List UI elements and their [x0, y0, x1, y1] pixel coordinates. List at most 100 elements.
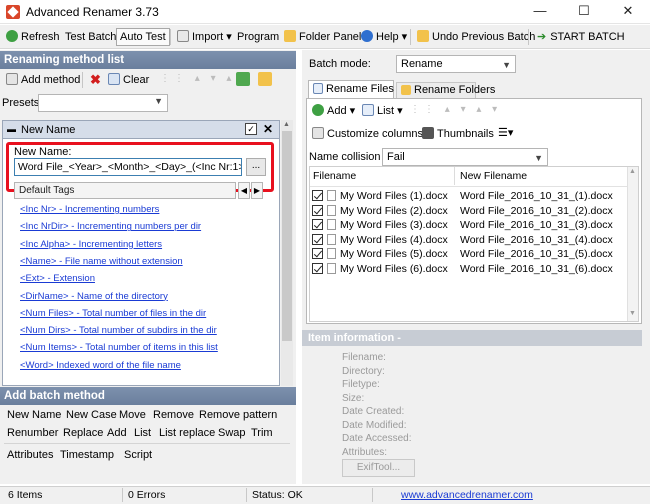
open-preset-icon[interactable] [258, 72, 272, 86]
undo-batch-button[interactable]: Undo Previous Batch [414, 28, 538, 46]
filename-cell: My Word Files (5).docx [340, 248, 448, 260]
batch-method-replace[interactable]: Replace [63, 427, 103, 439]
filename-cell: My Word Files (2).docx [340, 204, 448, 217]
batch-method-attributes[interactable]: Attributes [7, 449, 53, 461]
batch-method-new-name[interactable]: New Name [7, 409, 61, 421]
column-divider[interactable] [454, 167, 455, 185]
table-row[interactable]: My Word Files (5).docx Word File_2016_10_… [312, 247, 627, 261]
batch-method-renumber[interactable]: Renumber [7, 427, 58, 439]
table-row[interactable]: My Word Files (1).docx Word File_2016_10_… [312, 189, 627, 203]
tag-link[interactable]: <DirName> - Name of the directory [20, 291, 168, 302]
batch-method-list-replace[interactable]: List replace [159, 427, 215, 439]
table-row[interactable]: My Word Files (2).docx Word File_2016_10_… [312, 204, 627, 218]
tag-link[interactable]: <Num Items> - Total number of items in t… [20, 342, 218, 353]
row-checkbox[interactable] [312, 190, 323, 201]
header-divider [310, 186, 628, 187]
list-button[interactable]: List ▾ [362, 104, 403, 117]
batch-mode-select[interactable]: Rename ▼ [396, 55, 516, 73]
tag-link[interactable]: <Num Dirs> - Total number of subdirs in … [20, 325, 217, 336]
batch-method-remove-pattern[interactable]: Remove pattern [199, 409, 277, 421]
app-icon [6, 5, 20, 19]
status-bar: 6 Items 0 Errors Status: OK www.advanced… [0, 486, 650, 504]
customize-columns-button[interactable]: Customize columns [312, 127, 423, 140]
program-button[interactable]: Program [234, 28, 282, 46]
column-header-filename[interactable]: Filename [313, 170, 356, 182]
renaming-method-header: Renaming method list [0, 51, 296, 69]
website-link[interactable]: www.advancedrenamer.com [401, 489, 533, 501]
presets-select[interactable]: ▼ [38, 94, 168, 112]
table-row[interactable]: My Word Files (4).docx Word File_2016_10_… [312, 233, 627, 247]
toolbar-divider [170, 29, 171, 45]
import-button[interactable]: Import ▾ [174, 28, 235, 46]
info-label: Directory: [342, 365, 385, 377]
row-checkbox[interactable] [312, 262, 323, 274]
tag-link[interactable]: <Word> Indexed word of the file name [20, 360, 181, 371]
save-preset-icon[interactable] [236, 72, 250, 86]
row-checkbox[interactable] [312, 204, 323, 216]
collapse-icon[interactable]: ▬ [7, 124, 16, 134]
scroll-up-icon[interactable]: ▲ [629, 168, 636, 175]
method-enabled-checkbox[interactable]: ✓ [245, 123, 257, 135]
tag-link[interactable]: <Ext> - Extension [20, 273, 95, 284]
batch-method-script[interactable]: Script [124, 449, 152, 461]
add-icon [312, 104, 324, 116]
scrollbar-thumb[interactable] [282, 131, 292, 341]
exiftool-button[interactable]: ExifTool... [342, 459, 415, 477]
scroll-down-icon[interactable]: ▼ [629, 310, 636, 317]
tag-link[interactable]: <Num Files> - Total number of files in t… [20, 308, 206, 319]
batch-method-remove[interactable]: Remove [153, 409, 194, 421]
thumbnails-button[interactable]: Thumbnails [422, 127, 494, 140]
auto-test-button[interactable]: Auto Test [116, 28, 170, 46]
table-row[interactable]: My Word Files (3).docx Word File_2016_10_… [312, 218, 627, 232]
scroll-up-icon[interactable]: ▲ [283, 121, 290, 128]
status-separator [372, 488, 373, 502]
view-options-icon[interactable]: ☰▾ [498, 126, 513, 139]
toolbar-divider [410, 29, 411, 45]
tag-next-icon[interactable]: ▶ [251, 182, 263, 199]
batch-method-swap[interactable]: Swap [218, 427, 246, 439]
collision-rule-select[interactable]: Fail ▼ [382, 148, 548, 166]
new-filename-cell: Word File_2016_10_31_(2).docx [460, 204, 613, 217]
add-files-button[interactable]: Add ▾ [312, 104, 355, 117]
batch-method-trim[interactable]: Trim [251, 427, 273, 439]
remove-method-icon[interactable]: ✕ [263, 122, 273, 136]
minimize-button[interactable]: — [518, 0, 562, 24]
batch-method-list[interactable]: List [134, 427, 151, 439]
tag-link[interactable]: <Inc Nr> - Incrementing numbers [20, 204, 159, 215]
file-list-scrollbar[interactable] [627, 167, 638, 321]
help-button[interactable]: Help ▾ [358, 28, 410, 46]
batch-method-move[interactable]: Move [119, 409, 146, 421]
close-button[interactable]: ✕ [606, 0, 650, 24]
tab-rename-folders[interactable]: Rename Folders [396, 82, 495, 98]
test-batch-button[interactable]: Test Batch [62, 28, 119, 46]
chevron-down-icon: ▼ [534, 153, 543, 163]
row-checkbox[interactable] [312, 219, 323, 230]
filename-cell: My Word Files (6).docx [340, 262, 448, 275]
new-filename-cell: Word File_2016_10_31_(6).docx [460, 262, 613, 275]
tag-link[interactable]: <Inc NrDir> - Incrementing numbers per d… [20, 221, 201, 232]
info-label: Attributes: [342, 446, 388, 458]
status-errors: 0 Errors [128, 489, 166, 501]
column-header-new-filename[interactable]: New Filename [460, 170, 527, 182]
add-method-button[interactable]: Add method [6, 73, 80, 86]
tag-prev-icon[interactable]: ◀ [238, 182, 250, 199]
tag-link[interactable]: <Name> - File name without extension [20, 256, 183, 267]
batch-method-add[interactable]: Add [107, 427, 127, 439]
info-label: Filename: [342, 352, 386, 363]
tag-category-select[interactable]: Default Tags [14, 182, 236, 199]
batch-method-timestamp[interactable]: Timestamp [60, 449, 114, 461]
clear-button[interactable]: Clear [108, 73, 149, 86]
tag-link[interactable]: <Inc Alpha> - Incrementing letters [20, 239, 162, 250]
refresh-button[interactable]: Refresh [3, 28, 63, 46]
tab-rename-files[interactable]: Rename Files [308, 80, 394, 98]
folder-panel-button[interactable]: Folder Panel [281, 28, 364, 46]
chevron-down-icon: ▼ [502, 60, 511, 70]
clear-icon [108, 73, 120, 85]
row-checkbox[interactable] [312, 248, 323, 259]
maximize-button[interactable]: ☐ [562, 0, 606, 24]
batch-method-new-case[interactable]: New Case [66, 409, 117, 421]
row-checkbox[interactable] [312, 233, 323, 245]
start-batch-button[interactable]: ➔ START BATCH [534, 28, 628, 46]
table-row[interactable]: My Word Files (6).docx Word File_2016_10_… [312, 262, 627, 276]
delete-icon[interactable]: ✖ [90, 72, 101, 88]
